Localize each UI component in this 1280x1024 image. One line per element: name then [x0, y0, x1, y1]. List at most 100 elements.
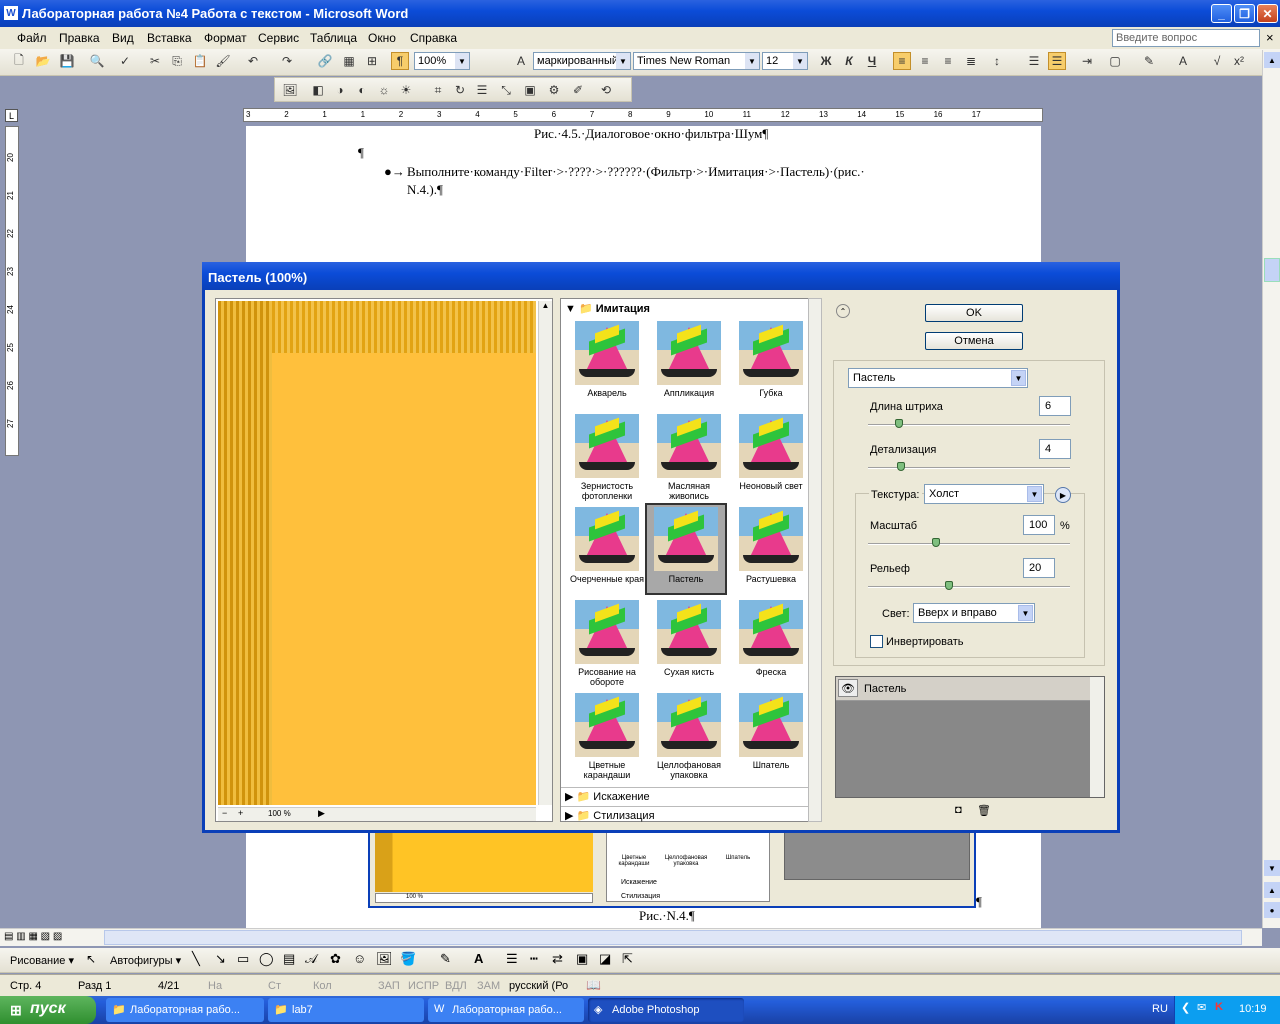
gallery-vscroll[interactable]	[808, 298, 822, 822]
preview-vscroll[interactable]: ▲	[538, 301, 552, 805]
horizontal-scrollbar[interactable]: ▤ ▥ ▦ ▧ ▨	[0, 928, 1262, 946]
task-word-2[interactable]: W Лабораторная рабо...	[428, 998, 584, 1022]
wordart-icon[interactable]: 𝒜	[305, 951, 317, 967]
filter-thumb[interactable]: Шпатель	[731, 693, 811, 770]
contrast-down-icon[interactable]: ◐	[353, 81, 371, 99]
help-search-input[interactable]: Введите вопрос	[1112, 29, 1260, 47]
close-doc-icon[interactable]: ×	[1266, 30, 1274, 45]
filter-thumb[interactable]: Неоновый свет	[731, 414, 811, 491]
start-button[interactable]: ⊞ пуск	[0, 996, 96, 1024]
filter-thumb[interactable]: Целлофановая упаковка	[649, 693, 729, 780]
line-icon[interactable]: ╲	[192, 951, 200, 967]
new-doc-icon[interactable]: 🗋	[10, 52, 28, 70]
category-open[interactable]: ▼ 📁 Имитация	[565, 302, 650, 315]
filter-thumb[interactable]: Сухая кисть	[649, 600, 729, 677]
borders-icon[interactable]: ▢	[1106, 52, 1124, 70]
shadow-icon[interactable]: ▣	[576, 951, 588, 967]
filter-thumb[interactable]: Зернистость фотопленки	[567, 414, 647, 501]
select-objects-icon[interactable]: ↖	[86, 952, 96, 966]
menu-edit[interactable]: Правка	[59, 31, 100, 45]
ruler-scale[interactable]: 3 2 1 1 2 3 4 5 6 7 8 9 10 11 12 13 14 15 16 17	[243, 108, 1043, 122]
hyperlink-icon[interactable]: 🔗	[316, 52, 334, 70]
menu-help[interactable]: Справка	[410, 31, 457, 45]
relief-slider[interactable]	[868, 581, 1070, 590]
menu-insert[interactable]: Вставка	[147, 31, 192, 45]
open-icon[interactable]: 📂	[34, 52, 52, 70]
copy-icon[interactable]: ⎘	[168, 52, 186, 70]
preview-pane[interactable]: ▲ − + 100 % ▶	[215, 298, 553, 822]
tray-antivirus-icon[interactable]: K	[1215, 1001, 1223, 1013]
menu-table[interactable]: Таблица	[310, 31, 357, 45]
prev-page-icon[interactable]: ▲	[1264, 882, 1280, 898]
eye-icon[interactable]: 👁	[838, 679, 858, 697]
picture-icon[interactable]: 🖼	[376, 951, 393, 967]
arrow-icon[interactable]: ↘	[215, 951, 226, 967]
tables-borders-icon[interactable]: ▦	[340, 52, 358, 70]
vertical-ruler-scale[interactable]: 20 21 22 23 24 25 26 27	[5, 126, 19, 456]
transparent-color-icon[interactable]: ✐	[569, 81, 587, 99]
justify-icon[interactable]: ≣	[962, 52, 980, 70]
menu-format[interactable]: Формат	[204, 31, 247, 45]
compress-icon[interactable]: ⤡	[497, 81, 515, 99]
show-marks-icon[interactable]: ¶	[391, 52, 409, 70]
superscript-icon[interactable]: x²	[1230, 52, 1248, 70]
font-select[interactable]: Times New Roman ▼	[633, 52, 760, 70]
filter-thumb[interactable]: Фреска	[731, 600, 811, 677]
font-color-icon[interactable]: A	[1174, 52, 1192, 70]
zoom-out-button[interactable]: −	[222, 808, 227, 818]
line-spacing-icon[interactable]: ↕	[988, 52, 1006, 70]
underline-button[interactable]: Ч	[863, 52, 881, 70]
light-select[interactable]: Вверх и вправо ▼	[913, 603, 1035, 623]
fill-color-icon[interactable]: 🪣	[400, 951, 416, 967]
color-icon[interactable]: ◧	[309, 81, 327, 99]
delete-effect-layer-icon[interactable]: 🗑	[977, 804, 991, 817]
align-right-icon[interactable]: ≡	[939, 52, 957, 70]
view-buttons-icon[interactable]: ▤ ▥ ▦ ▧ ▨	[4, 931, 62, 942]
bullets-icon[interactable]: ☰	[1048, 52, 1066, 70]
effect-layer-row[interactable]: 👁 Пастель	[836, 677, 1090, 701]
align-center-icon[interactable]: ≡	[916, 52, 934, 70]
filter-thumb[interactable]: Рисование на обороте	[567, 600, 647, 687]
new-effect-layer-icon[interactable]: ◘	[955, 804, 962, 816]
filter-thumb[interactable]: Губка	[731, 321, 811, 398]
italic-button[interactable]: К	[840, 52, 858, 70]
3d-icon[interactable]: ◪	[599, 951, 611, 967]
filter-thumb[interactable]: Очерченные края	[567, 507, 647, 584]
collapse-gallery-icon[interactable]: ⌃	[836, 304, 850, 318]
zoom-select[interactable]: 100% ▼	[414, 52, 470, 70]
print-preview-icon[interactable]: 🔍	[88, 52, 106, 70]
spelling-icon[interactable]: ✓	[116, 52, 134, 70]
line-color-icon[interactable]: ✎	[440, 951, 451, 967]
oval-icon[interactable]: ◯	[259, 951, 274, 967]
filter-thumb[interactable]: Масляная живопись	[649, 414, 729, 501]
brightness-up-icon[interactable]: ☼	[375, 81, 393, 99]
maximize-button[interactable]: ❐	[1234, 4, 1255, 23]
filter-thumb[interactable]: Цветные карандаши	[567, 693, 647, 780]
language-indicator[interactable]: RU	[1152, 1003, 1168, 1015]
ok-button[interactable]: OK	[925, 304, 1023, 322]
insert-table-icon[interactable]: ⊞	[363, 52, 381, 70]
task-photoshop[interactable]: ◈ Adobe Photoshop	[588, 998, 744, 1022]
scale-slider[interactable]	[868, 538, 1070, 547]
status-ovr[interactable]: ЗАМ	[477, 980, 500, 992]
slider-thumb[interactable]	[897, 462, 905, 471]
slider-thumb[interactable]	[895, 419, 903, 428]
autoshapes-button[interactable]: Автофигуры ▾	[110, 954, 181, 967]
paste-icon[interactable]: 📋	[191, 52, 209, 70]
word-app-icon[interactable]: W	[4, 6, 18, 20]
bold-button[interactable]: Ж	[817, 52, 835, 70]
status-ext[interactable]: ВДЛ	[445, 980, 467, 992]
filter-thumb[interactable]: Акварель	[567, 321, 647, 398]
filter-thumb[interactable]: Пастель	[645, 503, 727, 595]
vertical-scrollbar[interactable]: ▲ ▼ ▲ ●	[1262, 50, 1280, 928]
menu-view[interactable]: Вид	[112, 31, 134, 45]
format-picture-icon[interactable]: ⚙	[545, 81, 563, 99]
close-button[interactable]: ✕	[1257, 4, 1278, 23]
slider-thumb[interactable]	[945, 581, 953, 590]
redo-icon[interactable]: ↷	[278, 52, 296, 70]
browse-object-icon[interactable]: ●	[1264, 902, 1280, 918]
rectangle-icon[interactable]: ▭	[237, 951, 249, 967]
layers-vscroll[interactable]	[1090, 677, 1104, 797]
highlight-icon[interactable]: ✎	[1140, 52, 1158, 70]
styles-icon[interactable]: A	[512, 52, 530, 70]
